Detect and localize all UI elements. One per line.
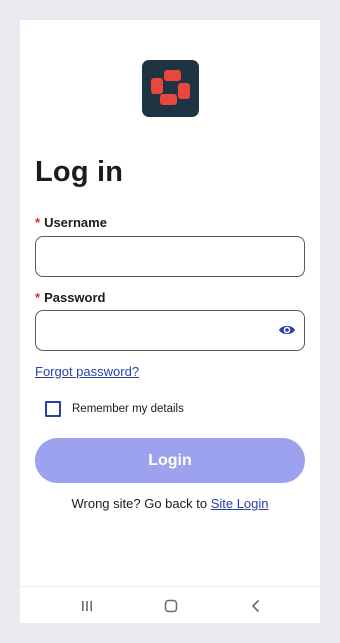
password-label-text: Password — [44, 290, 106, 305]
system-nav-bar — [20, 586, 320, 623]
back-button[interactable] — [241, 587, 271, 623]
recent-apps-button[interactable] — [72, 587, 102, 623]
required-marker: * — [35, 290, 41, 305]
username-label: * Username — [35, 215, 107, 230]
password-label: * Password — [35, 290, 105, 305]
back-icon — [251, 599, 260, 612]
logo-mark-icon — [151, 70, 190, 105]
username-label-text: Username — [44, 215, 107, 230]
home-icon — [164, 599, 178, 612]
login-button[interactable]: Login — [35, 438, 305, 483]
eye-icon[interactable] — [278, 322, 296, 338]
remember-me-label: Remember my details — [72, 403, 184, 415]
home-button[interactable] — [156, 587, 186, 623]
app-logo — [142, 60, 199, 117]
forgot-password-link[interactable]: Forgot password? — [35, 364, 139, 379]
remember-me-checkbox[interactable] — [45, 401, 61, 417]
page-title: Log in — [35, 156, 124, 188]
login-screen: Log in * Username * Password Forgot passwo… — [20, 20, 320, 623]
remember-me-row[interactable]: Remember my details — [45, 401, 184, 417]
password-input[interactable] — [35, 310, 305, 351]
recent-apps-icon — [82, 600, 92, 611]
site-login-link[interactable]: Site Login — [211, 496, 269, 511]
wrong-site-prefix: Wrong site? Go back to — [71, 496, 211, 511]
username-input[interactable] — [35, 236, 305, 277]
required-marker: * — [35, 215, 41, 230]
wrong-site-text: Wrong site? Go back to Site Login — [20, 496, 320, 511]
